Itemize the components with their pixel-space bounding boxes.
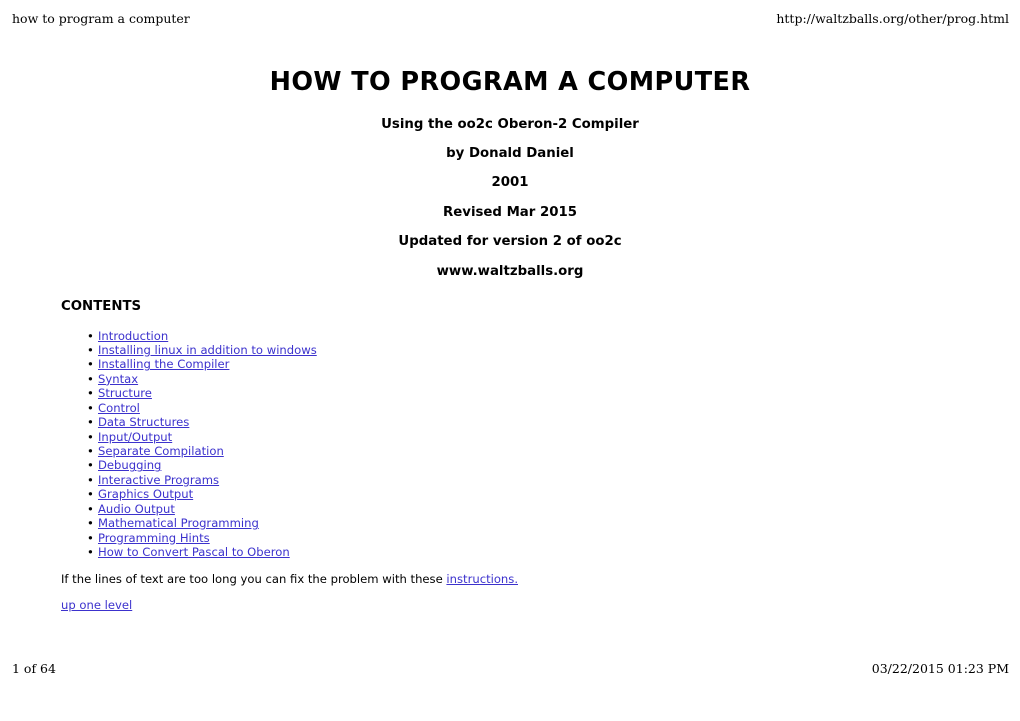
- print-header-url: http://waltzballs.org/other/prog.html: [776, 11, 1009, 26]
- toc-link-structure[interactable]: Structure: [98, 386, 152, 400]
- toc-link-installing-the-compiler[interactable]: Installing the Compiler: [98, 357, 229, 371]
- document-body: HOW TO PROGRAM A COMPUTER Using the oo2c…: [0, 32, 1020, 613]
- toc-link-debugging[interactable]: Debugging: [98, 458, 161, 472]
- print-footer-page-number: 1 of 64: [12, 661, 56, 676]
- list-item: Installing linux in addition to windows: [0, 343, 1020, 358]
- list-item: Installing the Compiler: [0, 357, 1020, 372]
- print-header-page-title: how to program a computer: [12, 11, 190, 26]
- list-item: How to Convert Pascal to Oberon: [0, 545, 1020, 560]
- contents-heading: CONTENTS: [61, 299, 142, 315]
- toc-link-syntax[interactable]: Syntax: [98, 372, 138, 386]
- list-item: Programming Hints: [0, 531, 1020, 546]
- toc-link-mathematical-programming[interactable]: Mathematical Programming: [98, 516, 259, 530]
- toc-link-introduction[interactable]: Introduction: [98, 329, 168, 343]
- subtitle-version: Updated for version 2 of oo2c: [398, 234, 622, 250]
- print-footer: 1 of 64 03/22/2015 01:23 PM: [0, 661, 1020, 677]
- list-item: Control: [0, 401, 1020, 416]
- toc-link-data-structures[interactable]: Data Structures: [98, 415, 189, 429]
- toc-link-control[interactable]: Control: [98, 401, 140, 415]
- list-item: Data Structures: [0, 415, 1020, 430]
- subtitle-year: 2001: [491, 175, 529, 191]
- line-length-note: If the lines of text are too long you ca…: [61, 560, 1020, 587]
- list-item: Graphics Output: [0, 487, 1020, 502]
- print-footer-timestamp: 03/22/2015 01:23 PM: [871, 661, 1009, 676]
- subtitle-compiler: Using the oo2c Oberon-2 Compiler: [381, 116, 639, 132]
- list-item: Audio Output: [0, 502, 1020, 517]
- toc-link-audio-output[interactable]: Audio Output: [98, 502, 175, 516]
- list-item: Introduction: [0, 329, 1020, 344]
- up-one-level-row: up one level: [61, 586, 1020, 613]
- list-item: Structure: [0, 386, 1020, 401]
- toc-link-installing-linux[interactable]: Installing linux in addition to windows: [98, 343, 317, 357]
- toc-link-convert-pascal-to-oberon[interactable]: How to Convert Pascal to Oberon: [98, 545, 290, 559]
- list-item: Interactive Programs: [0, 473, 1020, 488]
- toc-link-separate-compilation[interactable]: Separate Compilation: [98, 444, 224, 458]
- subtitle-website: www.waltzballs.org: [436, 263, 584, 279]
- subtitle-revision: Revised Mar 2015: [443, 204, 577, 220]
- toc-link-interactive-programs[interactable]: Interactive Programs: [98, 473, 219, 487]
- line-length-note-text: If the lines of text are too long you ca…: [61, 571, 447, 586]
- print-header: how to program a computer http://waltzba…: [0, 11, 1020, 27]
- toc-link-input-output[interactable]: Input/Output: [98, 430, 172, 444]
- list-item: Separate Compilation: [0, 444, 1020, 459]
- toc-link-graphics-output[interactable]: Graphics Output: [98, 487, 193, 501]
- page-title: HOW TO PROGRAM A COMPUTER: [269, 67, 751, 97]
- list-item: Input/Output: [0, 430, 1020, 445]
- toc-link-programming-hints[interactable]: Programming Hints: [98, 531, 210, 545]
- instructions-link[interactable]: instructions.: [446, 572, 518, 586]
- list-item: Debugging: [0, 458, 1020, 473]
- up-one-level-link[interactable]: up one level: [61, 598, 132, 612]
- table-of-contents: Introduction Installing linux in additio…: [0, 314, 1020, 560]
- list-item: Syntax: [0, 372, 1020, 387]
- list-item: Mathematical Programming: [0, 516, 1020, 531]
- subtitle-author: by Donald Daniel: [446, 145, 574, 161]
